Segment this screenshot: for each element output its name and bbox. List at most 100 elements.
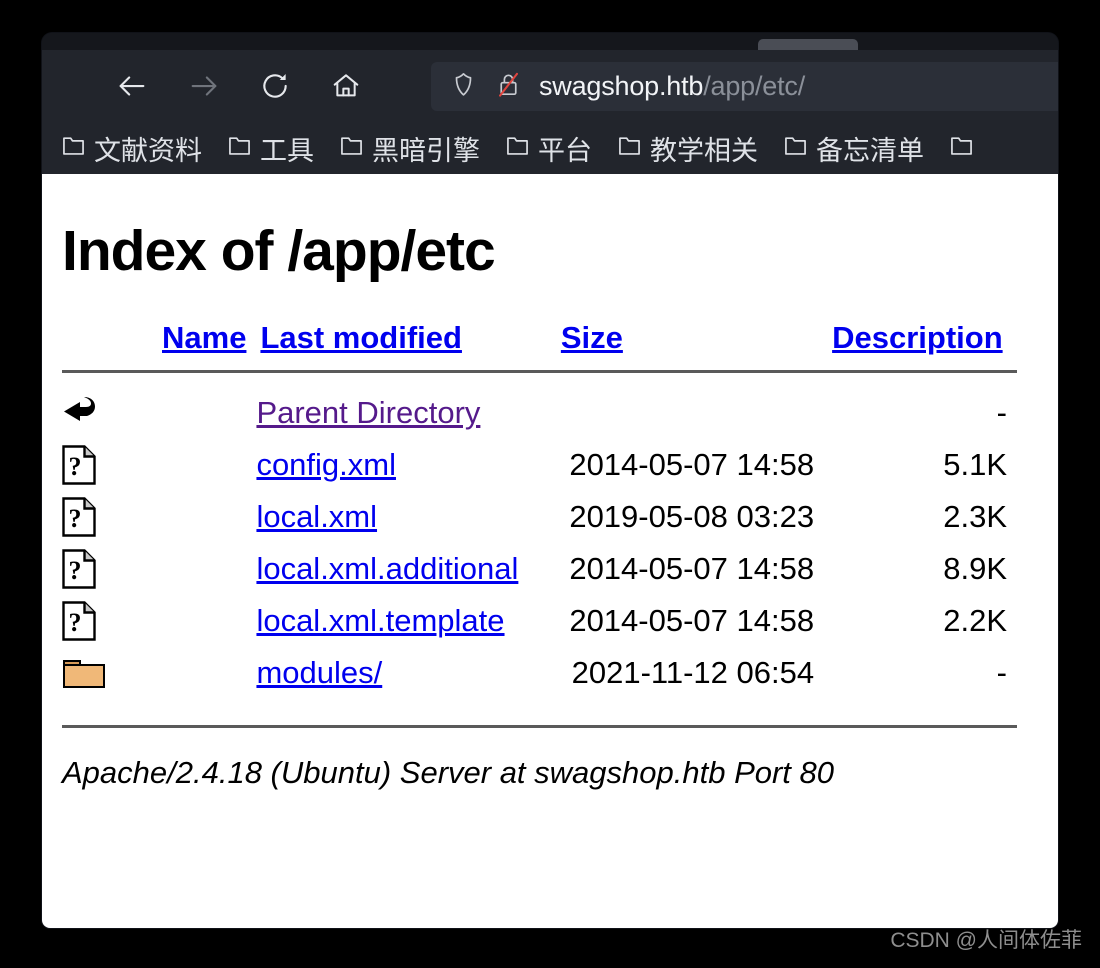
footer-rule-cell [62,699,1017,751]
row-size-cell: 5.1K [943,447,1007,482]
row-name-cell: modules/ [246,647,548,699]
row-date-cell: 2014-05-07 14:58 [569,551,815,586]
browser-window: swagshop.htb/app/etc/ 文献资料 工具 黑暗引擎 平台 教学… [42,33,1058,928]
browser-tab[interactable] [758,39,858,50]
row-name-cell: local.xml.template [246,595,548,647]
unknown-file-icon: ? [62,601,246,641]
bookmarks-bar: 文献资料 工具 黑暗引擎 平台 教学相关 备忘清单 [42,122,1058,174]
svg-text:?: ? [69,504,82,533]
column-header-name: Name [62,320,246,362]
row-size-cell: 2.3K [943,499,1007,534]
bookmark-label: 黑暗引擎 [372,135,480,166]
svg-text:?: ? [69,608,82,637]
bookmark-pingtai[interactable]: 平台 [504,129,592,168]
unknown-file-icon: ? [62,445,246,485]
file-link-local-xml-template[interactable]: local.xml.template [256,603,504,638]
file-link-local-xml-additional[interactable]: local.xml.additional [256,551,518,586]
reload-button[interactable] [253,64,297,108]
footer-rule-row [62,699,1017,751]
svg-text:?: ? [69,452,82,481]
column-header-size: Size [549,320,824,362]
bookmark-label: 备忘清单 [816,135,924,166]
bookmark-label: 文献资料 [94,135,202,166]
column-header-description: Description [824,320,1017,362]
row-size-cell: - [996,395,1007,430]
lock-broken-icon[interactable] [494,70,523,104]
column-header-last-modified: Last modified [246,320,548,362]
home-button[interactable] [324,64,368,108]
row-icon-cell: ? [62,543,246,595]
header-rule-cell [62,362,1017,387]
reload-icon [259,70,291,102]
table-body: Parent Directory - ? config.xml 2014-05-… [62,387,1017,751]
folder-directory-icon [62,655,246,691]
sort-by-size-link[interactable]: Size [561,320,623,355]
arrow-right-icon [187,69,221,103]
bookmark-jiaoxuexiangguan[interactable]: 教学相关 [616,129,758,168]
tab-strip [42,33,1058,50]
bookmark-heianyinqing[interactable]: 黑暗引擎 [338,129,480,168]
row-date-cell: 2014-05-07 14:58 [569,603,815,638]
url-text: swagshop.htb/app/etc/ [539,71,805,102]
shield-icon[interactable] [449,70,478,104]
row-name-cell: local.xml [246,491,548,543]
table-row: ? config.xml 2014-05-07 14:58 5.1K [62,439,1017,491]
row-name-cell: local.xml.additional [246,543,548,595]
folder-icon [504,132,531,164]
server-signature: Apache/2.4.18 (Ubuntu) Server at swagsho… [62,755,835,790]
bookmark-label: 平台 [538,135,592,166]
sort-by-name-link[interactable]: Name [162,320,246,355]
folder-icon [616,132,643,164]
forward-button[interactable] [182,64,226,108]
file-link-config-xml[interactable]: config.xml [256,447,396,482]
folder-icon [60,132,87,164]
row-icon-cell: ? [62,491,246,543]
sort-by-date-link[interactable]: Last modified [260,320,462,355]
header-divider [62,370,1017,373]
row-date-cell: 2019-05-08 03:23 [569,499,815,534]
file-link-local-xml[interactable]: local.xml [256,499,377,534]
bookmark-label: 工具 [260,135,314,166]
parent-directory-icon [62,395,238,431]
row-icon-cell: ? [62,595,246,647]
folder-icon [226,132,253,164]
row-size-cell: - [996,655,1007,690]
directory-index-table: Name Last modified Size Description Pare… [62,320,1017,751]
row-size-cell: 2.2K [943,603,1007,638]
row-name-cell: config.xml [246,439,548,491]
address-bar[interactable]: swagshop.htb/app/etc/ [431,62,1058,111]
folder-icon [948,132,975,164]
file-link-parent-directory[interactable]: Parent Directory [256,395,480,430]
row-date-cell: 2014-05-07 14:58 [569,447,815,482]
table-row: ? local.xml.additional 2014-05-07 14:58 … [62,543,1017,595]
url-path: /app/etc/ [703,71,805,101]
file-link-modules[interactable]: modules/ [256,655,382,690]
bookmark-overflow[interactable] [948,132,982,164]
row-name-cell: Parent Directory [246,387,548,439]
watermark: CSDN @人间体佐菲 [890,929,1082,952]
folder-icon [782,132,809,164]
table-row: ? local.xml 2019-05-08 03:23 2.3K [62,491,1017,543]
arrow-left-icon [115,69,149,103]
footer-divider [62,724,1017,728]
row-date-cell [549,387,824,439]
back-button[interactable] [110,64,154,108]
page-title: Index of /app/etc [62,219,496,283]
home-icon [330,70,362,102]
row-size-cell: 8.9K [943,551,1007,586]
sort-by-description-link[interactable]: Description [832,320,1003,355]
bookmark-beiwangqingdan[interactable]: 备忘清单 [782,129,924,168]
row-date-cell: 2021-11-12 06:54 [571,655,815,690]
row-icon-cell [62,387,246,439]
bookmark-wenxianziliao[interactable]: 文献资料 [60,129,202,168]
navigation-toolbar: swagshop.htb/app/etc/ [42,50,1058,122]
unknown-file-icon: ? [62,549,246,589]
unknown-file-icon: ? [62,497,246,537]
bookmark-gongju[interactable]: 工具 [226,129,314,168]
table-row: ? local.xml.template 2014-05-07 14:58 2.… [62,595,1017,647]
folder-icon [338,132,365,164]
url-host: swagshop.htb [539,71,704,101]
svg-text:?: ? [69,556,82,585]
header-rule-row [62,362,1017,387]
page-content: Index of /app/etc Name Last modified Siz… [42,174,1058,928]
